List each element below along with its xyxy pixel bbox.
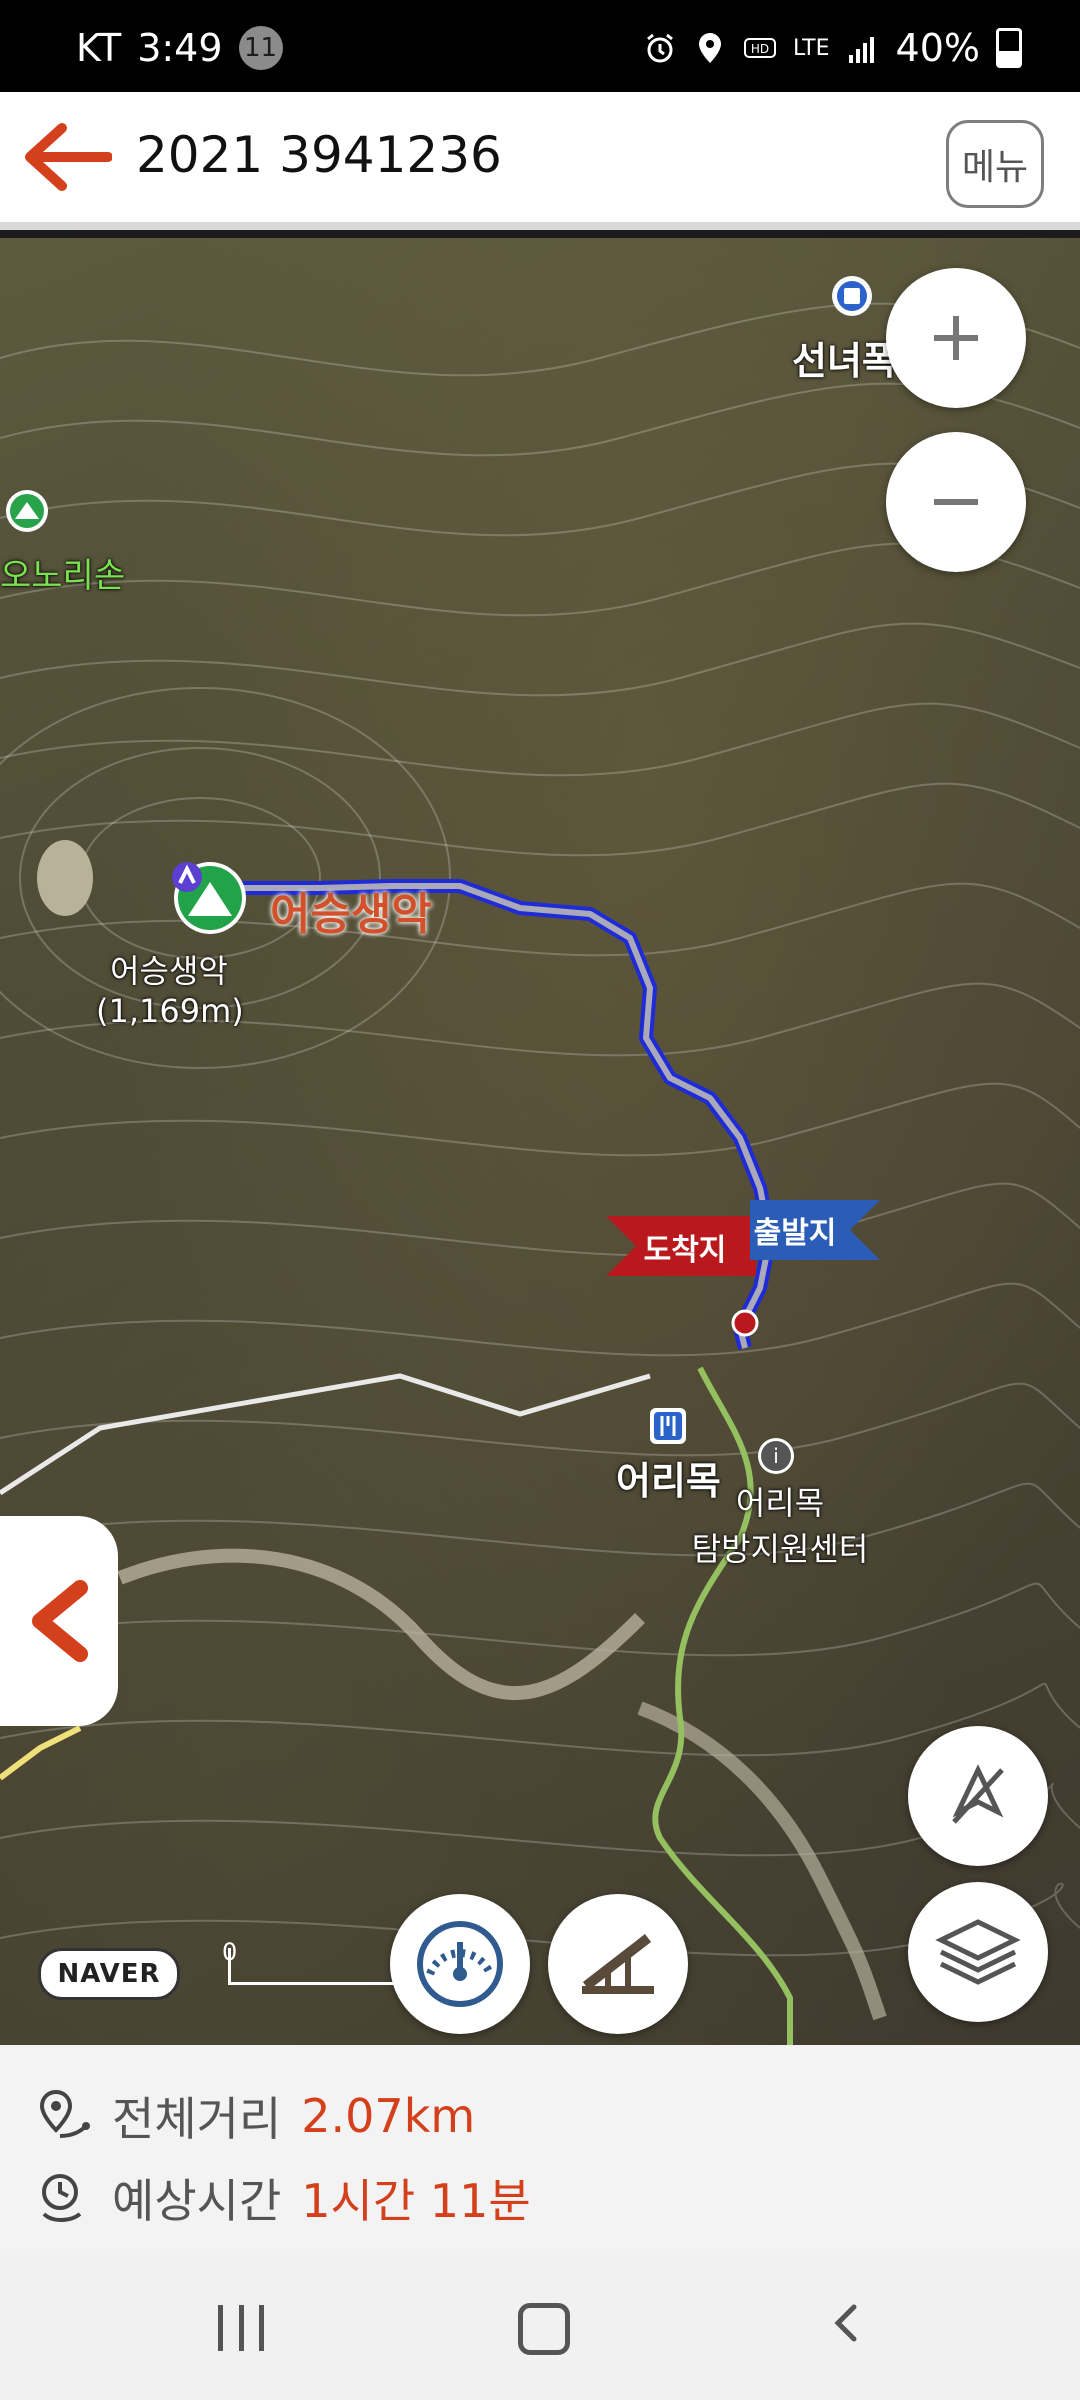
zoom-in-button[interactable]	[886, 268, 1026, 408]
time-value: 1시간 11분	[301, 2174, 531, 2228]
mountain-marker-icon[interactable]	[4, 488, 50, 534]
network-type: LTE	[792, 35, 830, 61]
minus-icon	[934, 499, 978, 505]
naver-attribution: NAVER	[38, 1948, 180, 2000]
center-name-label-2: 탐방지원센터	[691, 1530, 869, 1568]
zoom-out-button[interactable]	[886, 432, 1026, 572]
estimated-time-icon	[42, 2174, 82, 2222]
left-peak-label: 오노리손	[0, 556, 126, 596]
signal-icon	[848, 37, 874, 63]
center-name-label-1: 어리목	[735, 1484, 825, 1522]
distance-value: 2.07km	[301, 2089, 476, 2143]
plus-icon	[934, 316, 978, 360]
restaurant-marker-icon[interactable]	[648, 1406, 688, 1446]
recent-apps-button[interactable]	[218, 2305, 264, 2351]
peak-name-label: 어승생악	[110, 952, 228, 990]
menu-button[interactable]: 메뉴	[946, 120, 1044, 208]
speedometer-icon	[417, 1921, 503, 2007]
chevron-left-icon	[32, 1580, 88, 1662]
hd-voice-icon: HD	[743, 38, 776, 58]
notification-count-badge: 11	[238, 26, 283, 70]
svg-text:HD: HD	[751, 42, 769, 56]
peak-elevation-label: (1,169m)	[96, 992, 244, 1030]
compass-toggle-button[interactable]	[908, 1726, 1048, 1866]
clock: 3:49	[137, 26, 223, 70]
page-title: 2021 3941236	[136, 126, 502, 184]
home-button[interactable]	[518, 2303, 570, 2355]
route-distance-icon	[39, 2089, 90, 2138]
speedometer-button[interactable]	[390, 1894, 530, 2034]
time-label: 예상시간	[112, 2174, 282, 2228]
system-nav-bar	[0, 2255, 1080, 2400]
departure-flag-label: 출발지	[753, 1216, 837, 1251]
battery-percent: 40%	[895, 26, 980, 70]
panel-toggle-tab[interactable]	[0, 1516, 118, 1726]
elevation-profile-button[interactable]	[548, 1894, 688, 2034]
route-info-panel: 전체거리 2.07km 예상시간 1시간 11분	[0, 2045, 1080, 2255]
map-view[interactable]: 선녀폭 오노리손 어승생악 (1,169m) 어승생악 도착지 출발지 어리목 …	[0, 238, 1080, 2045]
arrival-flag-label: 도착지	[643, 1233, 727, 1268]
battery-icon	[996, 28, 1022, 68]
time-row: 예상시간 1시간 11분	[36, 2165, 531, 2231]
layers-icon	[935, 1919, 1021, 1985]
navigation-off-icon	[952, 1764, 1004, 1824]
crater-feature	[37, 840, 93, 916]
svg-text:i: i	[773, 1444, 779, 1468]
info-marker-icon[interactable]: i	[756, 1436, 796, 1476]
map-layers-button[interactable]	[908, 1882, 1048, 2022]
system-back-icon[interactable]	[826, 2303, 866, 2343]
route-destination-label: 어승생악	[270, 889, 432, 940]
carrier-label: KT	[76, 26, 122, 70]
app-header: 2021 3941236 메뉴	[0, 92, 1080, 230]
map-scale-bar	[228, 1948, 401, 1985]
distance-label: 전체거리	[112, 2092, 282, 2146]
waterfall-label: 선녀폭	[792, 339, 897, 383]
status-bar: KT 3:49 11 HD LTE 40%	[0, 0, 1080, 92]
alarm-icon	[647, 33, 673, 63]
location-icon	[698, 33, 721, 63]
distance-row: 전체거리 2.07km	[36, 2083, 475, 2149]
back-arrow-icon[interactable]	[22, 122, 112, 192]
route-start-arrow-icon	[172, 862, 202, 892]
slope-icon	[582, 1934, 654, 1994]
restroom-marker-icon[interactable]	[830, 274, 874, 318]
